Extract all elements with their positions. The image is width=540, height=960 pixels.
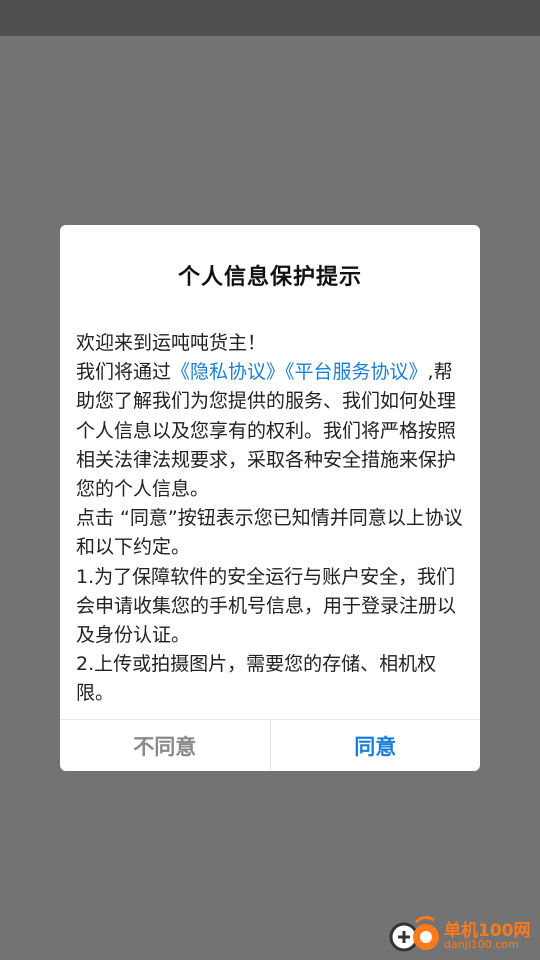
accept-button[interactable]: 同意 (271, 720, 481, 771)
dialog-footer: 不同意 同意 (60, 719, 480, 771)
intro-paragraph: 我们将通过《隐私协议》《平台服务协议》,帮助您了解我们为您提供的服务、我们如何处… (76, 358, 468, 504)
watermark-logo-icon (389, 915, 439, 952)
watermark: 单机100网 danji100.com (388, 912, 538, 958)
consent-paragraph: 点击 “同意”按钮表示您已知情并同意以上协议和以下约定。 (76, 507, 463, 559)
phone-permission-paragraph: 1.为了保障软件的安全运行与账户安全，我们会申请收集您的手机号信息，用于登录注册… (76, 565, 457, 647)
intro-prefix: 我们将通过 (76, 361, 172, 384)
storage-permission-paragraph: 2.上传或拍摄图片，需要您的存储、相机权限。 (76, 653, 437, 705)
watermark-url: danji100.com (444, 938, 519, 951)
decline-button[interactable]: 不同意 (60, 720, 271, 771)
dialog-body: 欢迎来到运吨吨货主！ 我们将通过《隐私协议》《平台服务协议》,帮助您了解我们为您… (76, 329, 468, 709)
privacy-dialog: 个人信息保护提示 欢迎来到运吨吨货主！ 我们将通过《隐私协议》《平台服务协议》,… (60, 225, 480, 771)
greeting-text: 欢迎来到运吨吨货主！ (76, 332, 267, 354)
status-bar (0, 0, 540, 36)
privacy-policy-link[interactable]: 《隐私协议》 (171, 361, 285, 383)
service-agreement-link[interactable]: 《平台服务协议》 (285, 361, 428, 383)
dialog-title: 个人信息保护提示 (177, 265, 362, 290)
